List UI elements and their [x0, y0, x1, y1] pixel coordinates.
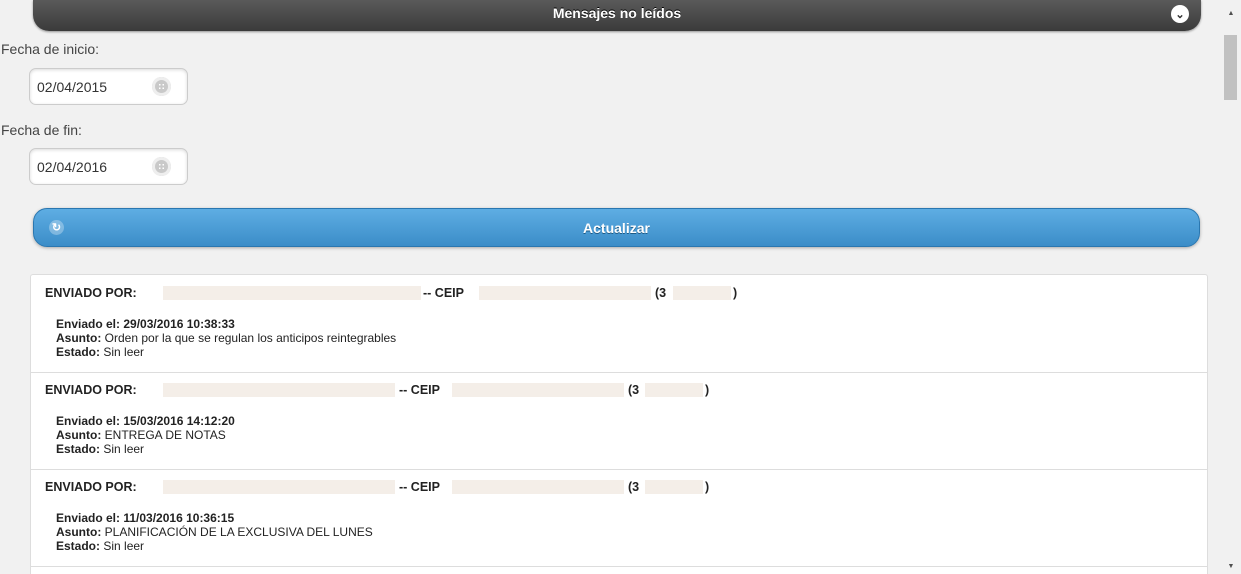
code-open: (3	[628, 480, 640, 494]
status-label: Estado:	[56, 442, 101, 456]
refresh-button-label: Actualizar	[583, 220, 650, 236]
start-date-field[interactable]: 02/04/2015	[29, 68, 188, 105]
redacted-code	[645, 383, 703, 397]
school-prefix: -- CEIP	[399, 480, 440, 494]
scroll-up-icon[interactable]: ▲	[1226, 10, 1236, 17]
start-date-label: Fecha de inicio:	[1, 41, 100, 57]
redacted-sender	[163, 480, 395, 494]
list-item[interactable]: ENVIADO POR: -- CEIP (3 ) Enviado el: 11…	[31, 469, 1207, 567]
code-close: )	[705, 480, 710, 494]
subject-line: Asunto: ENTREGA DE NOTAS	[56, 428, 226, 442]
redacted-sender	[163, 383, 395, 397]
subject-line: Asunto: PLANIFICACIÓN DE LA EXCLUSIVA DE…	[56, 525, 373, 539]
scroll-down-icon[interactable]: ▼	[1226, 563, 1236, 570]
subject-value: Orden por la que se regulan los anticipo…	[104, 331, 397, 345]
status-line: Estado: Sin leer	[56, 345, 144, 359]
sent-on-value: 29/03/2016 10:38:33	[123, 317, 235, 331]
sent-on-line: Enviado el: 11/03/2016 10:36:15	[56, 511, 234, 525]
unread-messages-header[interactable]: Mensajes no leídos ⌄	[33, 0, 1201, 31]
page: Mensajes no leídos ⌄ Fecha de inicio: 02…	[0, 0, 1222, 574]
start-date-value[interactable]: 02/04/2015	[37, 79, 107, 95]
school-prefix: -- CEIP	[423, 286, 464, 300]
header-title: Mensajes no leídos	[552, 5, 682, 21]
redacted-code	[645, 480, 703, 494]
calendar-icon[interactable]	[152, 77, 171, 96]
sent-on-label: Enviado el:	[56, 317, 121, 331]
redacted-school	[452, 480, 624, 494]
status-value: Sin leer	[103, 442, 145, 456]
code-close: )	[705, 383, 710, 397]
subject-value: PLANIFICACIÓN DE LA EXCLUSIVA DEL LUNES	[104, 525, 373, 539]
sent-on-label: Enviado el:	[56, 511, 121, 525]
calendar-icon[interactable]	[152, 157, 171, 176]
sent-on-value: 15/03/2016 14:12:20	[123, 414, 235, 428]
redacted-sender	[163, 286, 421, 300]
sent-on-value: 11/03/2016 10:36:15	[123, 511, 235, 525]
vertical-scrollbar[interactable]: ▲ ▼	[1222, 0, 1241, 574]
chevron-down-icon[interactable]: ⌄	[1171, 5, 1189, 23]
status-line: Estado: Sin leer	[56, 442, 144, 456]
subject-label: Asunto:	[56, 525, 102, 539]
school-prefix: -- CEIP	[399, 383, 440, 397]
end-date-value[interactable]: 02/04/2016	[37, 159, 107, 175]
list-item[interactable]: ENVIADO POR: -- CEIP (3 ) Enviado el: 29…	[31, 275, 1207, 373]
end-date-label: Fecha de fin:	[1, 122, 82, 138]
sent-on-line: Enviado el: 15/03/2016 14:12:20	[56, 414, 235, 428]
code-open: (3	[655, 286, 667, 300]
code-close: )	[733, 286, 738, 300]
refresh-button[interactable]: ↻ Actualizar	[33, 208, 1200, 247]
list-item[interactable]: ENVIADO POR: -- CEIP (3 ) Enviado el: 15…	[31, 372, 1207, 470]
sent-on-label: Enviado el:	[56, 414, 121, 428]
scrollbar-thumb[interactable]	[1224, 35, 1237, 100]
redacted-code	[673, 286, 731, 300]
sent-on-line: Enviado el: 29/03/2016 10:38:33	[56, 317, 235, 331]
sent-by-label: ENVIADO POR:	[45, 383, 137, 397]
code-open: (3	[628, 383, 640, 397]
redacted-school	[479, 286, 651, 300]
subject-line: Asunto: Orden por la que se regulan los …	[56, 331, 396, 345]
redacted-school	[452, 383, 624, 397]
message-list: ENVIADO POR: -- CEIP (3 ) Enviado el: 29…	[30, 274, 1208, 574]
status-line: Estado: Sin leer	[56, 539, 144, 553]
status-value: Sin leer	[103, 539, 145, 553]
subject-value: ENTREGA DE NOTAS	[104, 428, 226, 442]
subject-label: Asunto:	[56, 428, 102, 442]
sent-by-label: ENVIADO POR:	[45, 480, 137, 494]
status-value: Sin leer	[103, 345, 145, 359]
end-date-field[interactable]: 02/04/2016	[29, 148, 188, 185]
status-label: Estado:	[56, 345, 101, 359]
sent-by-label: ENVIADO POR:	[45, 286, 137, 300]
status-label: Estado:	[56, 539, 101, 553]
subject-label: Asunto:	[56, 331, 102, 345]
